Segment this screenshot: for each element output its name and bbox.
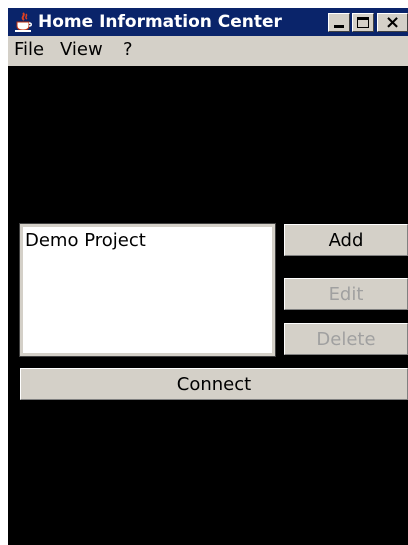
list-item[interactable]: Demo Project (25, 230, 146, 251)
close-icon: × (385, 12, 401, 33)
java-cup-icon (14, 12, 34, 32)
project-list[interactable]: Demo Project (19, 223, 276, 357)
edit-button[interactable]: Edit (284, 278, 408, 310)
minimize-icon (334, 25, 344, 28)
connect-button[interactable]: Connect (20, 368, 408, 400)
delete-button[interactable]: Delete (284, 323, 408, 355)
add-button[interactable]: Add (284, 224, 408, 256)
minimize-button[interactable] (328, 13, 350, 32)
menu-view[interactable]: View (60, 39, 103, 60)
title-bar[interactable]: Home Information Center × (8, 8, 408, 36)
maximize-button[interactable] (352, 13, 374, 32)
window-title: Home Information Center (38, 12, 282, 32)
menu-bar: File View ? (8, 36, 408, 66)
app-window: Home Information Center × File View ? De… (8, 8, 408, 545)
close-button[interactable]: × (377, 12, 408, 33)
maximize-icon (357, 17, 369, 28)
menu-file[interactable]: File (14, 39, 44, 60)
menu-help[interactable]: ? (123, 39, 133, 60)
